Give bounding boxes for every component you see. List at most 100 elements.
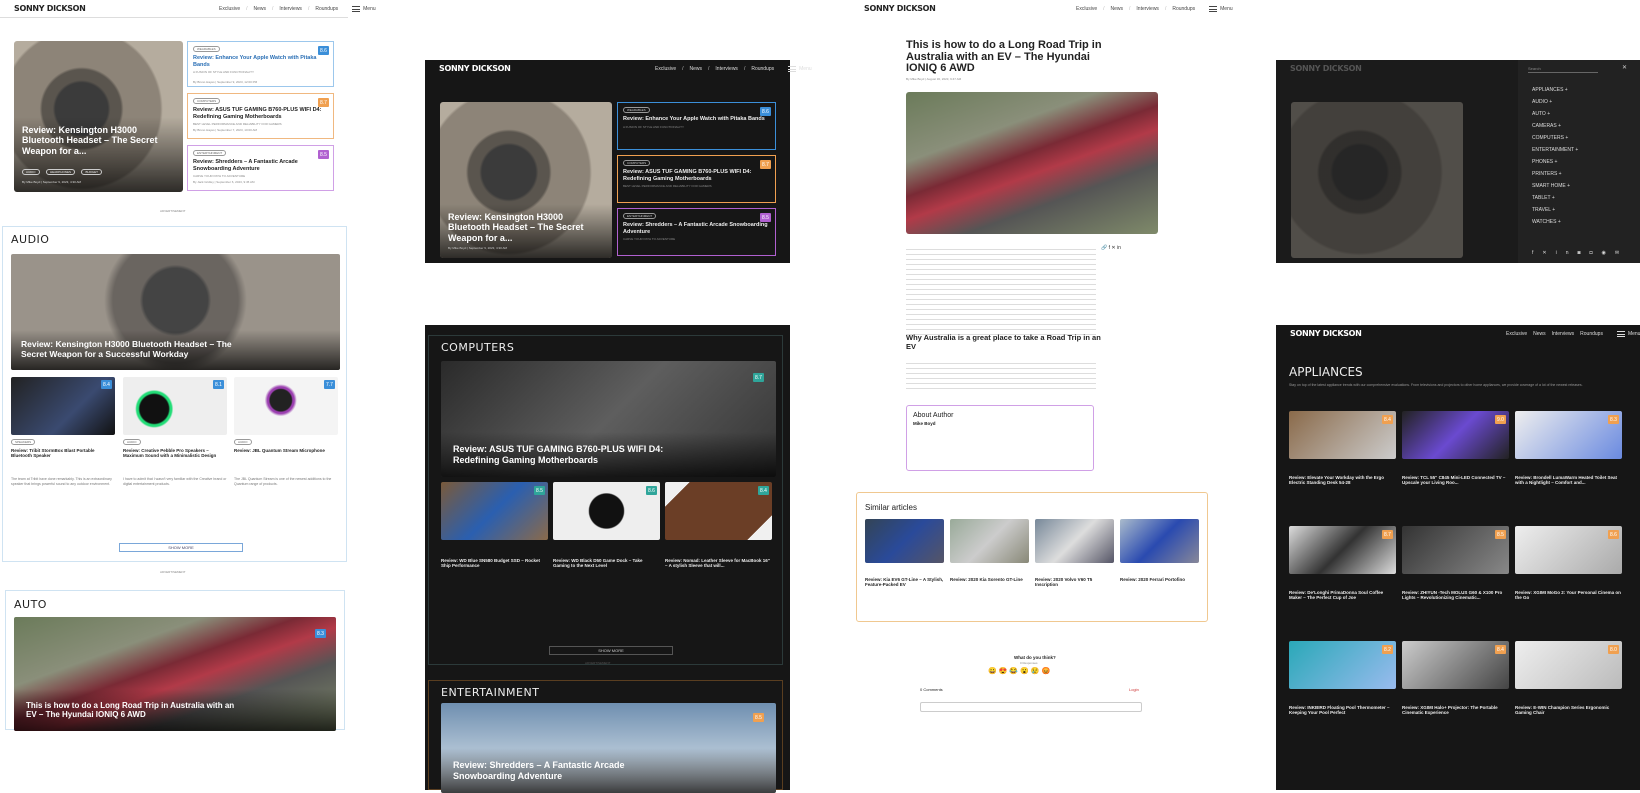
site-logo[interactable]: SONNY DICKSON xyxy=(439,64,511,73)
item-thumb[interactable] xyxy=(1289,641,1396,689)
card-title[interactable]: Review: ASUS TUF GAMING B760-PLUS WIFI D… xyxy=(623,169,770,182)
item-thumb[interactable] xyxy=(1515,641,1622,689)
menu-category-item[interactable]: AUDIO + xyxy=(1532,96,1578,108)
show-more-button[interactable]: SHOW MORE xyxy=(549,646,673,655)
login-link[interactable]: Login xyxy=(1129,687,1139,692)
nav-roundups[interactable]: Roundups xyxy=(315,6,338,12)
social-icons[interactable]: f✕in◙◘◉✉ xyxy=(1532,250,1628,256)
site-logo[interactable]: SONNY DICKSON xyxy=(14,4,86,13)
item-title[interactable]: Review: Tribit StormBox Blast Portable B… xyxy=(11,448,115,459)
hero-tag[interactable]: HEADPHONES xyxy=(45,169,75,175)
auto-hero[interactable]: 8.3 This is how to do a Long Road Trip i… xyxy=(14,617,336,731)
computers-hero-title[interactable]: Review: ASUS TUF GAMING B760-PLUS WIFI D… xyxy=(453,444,683,465)
hero-card[interactable]: Review: Kensington H3000 Bluetooth Heads… xyxy=(440,102,612,258)
nav-interviews[interactable]: Interviews xyxy=(279,6,302,12)
card-title[interactable]: Review: Shredders – A Fantastic Arcade S… xyxy=(193,159,328,172)
similar-title[interactable]: Review: 2020 Ferrari Portofino xyxy=(1120,577,1199,582)
item-title[interactable]: Review: E-WIN Champion Series Ergonomic … xyxy=(1515,705,1622,716)
nav-news[interactable]: News xyxy=(1533,331,1546,337)
side-card[interactable]: COMPUTERS 8.7 Review: ASUS TUF GAMING B7… xyxy=(617,155,776,203)
similar-thumb[interactable] xyxy=(865,519,944,563)
item-title[interactable]: Review: Nomad: Leather Sleeve for MacBoo… xyxy=(665,558,772,569)
menu-category-item[interactable]: COMPUTERS + xyxy=(1532,132,1578,144)
reaction-icons[interactable]: 😀😍😂😮😢😡 xyxy=(988,667,1052,675)
item-title[interactable]: Review: De'Longhi PrimaDonna Soul Coffee… xyxy=(1289,590,1396,601)
hero-card[interactable] xyxy=(1291,102,1463,258)
auto-hero-title[interactable]: This is how to do a Long Road Trip in Au… xyxy=(26,701,236,719)
entertainment-hero[interactable]: 8.5 Review: Shredders – A Fantastic Arca… xyxy=(441,703,776,793)
menu-category-item[interactable]: SMART HOME + xyxy=(1532,180,1578,192)
hero-title[interactable]: Review: Kensington H3000 Bluetooth Heads… xyxy=(22,125,175,156)
item-title[interactable]: Review: WD Black D50 Game Dock – Take Ga… xyxy=(553,558,660,569)
item-title[interactable]: Review: Brondell LumaWarm Heated Toilet … xyxy=(1515,475,1622,486)
similar-title[interactable]: Review: 2020 Kia Sorento GT-Line xyxy=(950,577,1029,582)
search-input[interactable]: Search xyxy=(1528,66,1598,73)
nav-exclusive[interactable]: Exclusive xyxy=(219,6,240,12)
entertainment-hero-title[interactable]: Review: Shredders – A Fantastic Arcade S… xyxy=(453,760,653,781)
card-title[interactable]: Review: Shredders – A Fantastic Arcade S… xyxy=(623,222,770,235)
card-tag[interactable]: COMPUTERS xyxy=(193,98,221,104)
site-logo[interactable]: SONNY DICKSON xyxy=(864,4,936,13)
item-thumb[interactable] xyxy=(234,377,338,435)
menu-button[interactable]: Menu xyxy=(1616,331,1640,337)
hero-title[interactable]: Review: Kensington H3000 Bluetooth Heads… xyxy=(448,212,604,243)
card-title[interactable]: Review: ASUS TUF GAMING B760-PLUS WIFI D… xyxy=(193,107,328,120)
side-card[interactable]: WEARABLES 8.6 Review: Enhance Your Apple… xyxy=(617,102,776,150)
item-title[interactable]: Review: ZHIYUN -Tech MOLUS G60 & X100 Pr… xyxy=(1402,590,1509,601)
menu-category-item[interactable]: TABLET + xyxy=(1532,192,1578,204)
item-tag[interactable]: SPEAKERS xyxy=(11,439,36,445)
item-thumb[interactable] xyxy=(1402,526,1509,574)
menu-category-item[interactable]: AUTO + xyxy=(1532,108,1578,120)
item-thumb[interactable] xyxy=(1515,411,1622,459)
site-logo[interactable]: SONNY DICKSON xyxy=(1290,329,1362,338)
item-title[interactable]: Review: XGIMI MoGo 2: Your Personal Cine… xyxy=(1515,590,1622,601)
nav-news[interactable]: News xyxy=(1111,6,1124,12)
menu-button[interactable]: Menu xyxy=(788,66,812,72)
menu-category-item[interactable]: PHONES + xyxy=(1532,156,1578,168)
card-tag[interactable]: WEARABLES xyxy=(193,46,220,52)
item-thumb[interactable] xyxy=(1515,526,1622,574)
nav-roundups[interactable]: Roundups xyxy=(1580,331,1603,337)
card-title[interactable]: Review: Enhance Your Apple Watch with Pi… xyxy=(193,55,328,68)
card-tag[interactable]: ENTERTAINMENT xyxy=(193,150,227,156)
hero-card[interactable]: Review: Kensington H3000 Bluetooth Heads… xyxy=(14,41,183,192)
section-heading[interactable]: ENTERTAINMENT xyxy=(441,686,539,699)
menu-category-item[interactable]: WATCHES + xyxy=(1532,216,1578,228)
side-card[interactable]: COMPUTERS 8.7 Review: ASUS TUF GAMING B7… xyxy=(187,93,334,139)
nav-news[interactable]: News xyxy=(690,66,703,72)
audio-hero-title[interactable]: Review: Kensington H3000 Bluetooth Heads… xyxy=(21,340,241,360)
item-thumb[interactable] xyxy=(123,377,227,435)
item-thumb[interactable] xyxy=(1402,411,1509,459)
menu-category-item[interactable]: PRINTERS + xyxy=(1532,168,1578,180)
side-card[interactable]: WEARABLES 8.6 Review: Enhance Your Apple… xyxy=(187,41,334,87)
item-thumb[interactable] xyxy=(1289,526,1396,574)
menu-category-item[interactable]: CAMERAS + xyxy=(1532,120,1578,132)
item-thumb[interactable] xyxy=(11,377,115,435)
item-title[interactable]: Review: Creative Pebble Pro Speakers – M… xyxy=(123,448,227,459)
share-icons[interactable]: 🔗 f ✕ in xyxy=(1101,245,1121,251)
section-heading[interactable]: AUTO xyxy=(14,598,47,611)
menu-category-item[interactable]: APPLIANCES + xyxy=(1532,84,1578,96)
nav-interviews[interactable]: Interviews xyxy=(1552,331,1575,337)
nav-exclusive[interactable]: Exclusive xyxy=(1506,331,1527,337)
site-logo[interactable]: SONNY DICKSON xyxy=(1290,64,1362,73)
card-tag[interactable]: WEARABLES xyxy=(623,107,650,113)
nav-interviews[interactable]: Interviews xyxy=(715,66,738,72)
item-title[interactable]: Review: JBL Quantum Stream Microphone xyxy=(234,448,338,453)
similar-thumb[interactable] xyxy=(1035,519,1114,563)
similar-thumb[interactable] xyxy=(1120,519,1199,563)
card-tag[interactable]: COMPUTERS xyxy=(623,160,651,166)
side-card[interactable]: ENTERTAINMENT 8.5 Review: Shredders – A … xyxy=(617,208,776,256)
section-heading[interactable]: AUDIO xyxy=(11,233,49,246)
similar-thumb[interactable] xyxy=(950,519,1029,563)
card-title[interactable]: Review: Enhance Your Apple Watch with Pi… xyxy=(623,116,770,123)
nav-exclusive[interactable]: Exclusive xyxy=(655,66,676,72)
item-tag[interactable]: AUDIO xyxy=(123,439,141,445)
show-more-button[interactable]: SHOW MORE xyxy=(119,543,243,552)
item-tag[interactable]: AUDIO xyxy=(234,439,252,445)
nav-roundups[interactable]: Roundups xyxy=(751,66,774,72)
item-thumb[interactable] xyxy=(553,482,660,540)
card-tag[interactable]: ENTERTAINMENT xyxy=(623,213,657,219)
menu-button[interactable]: Menu xyxy=(352,6,376,12)
nav-interviews[interactable]: Interviews xyxy=(1136,6,1159,12)
